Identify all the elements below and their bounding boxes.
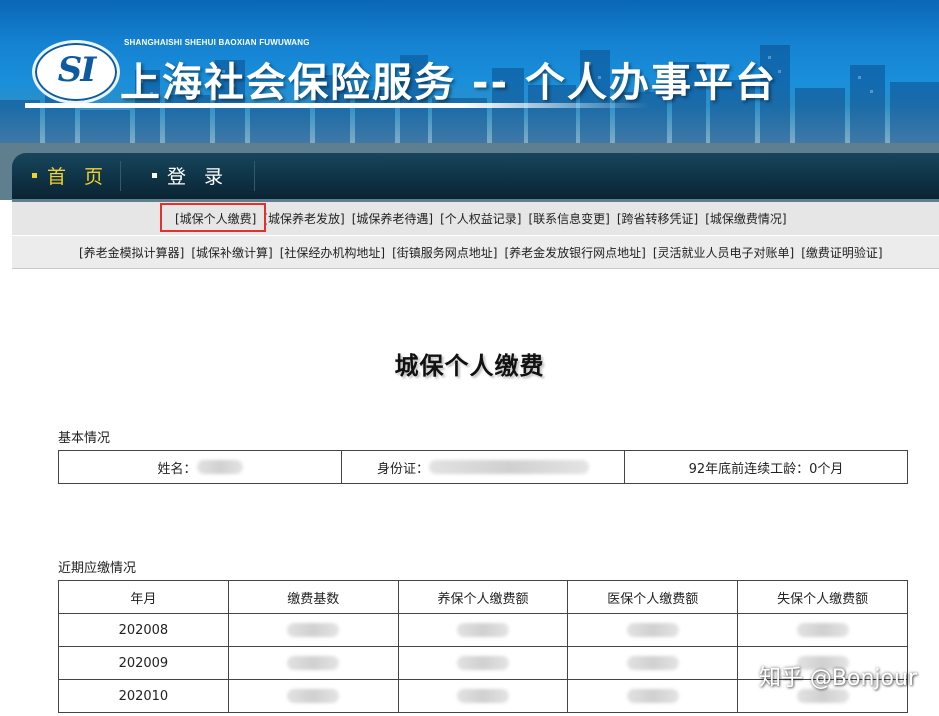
bullet-icon [152,173,157,178]
redacted-cell [737,646,908,680]
redacted-cell [567,646,739,680]
redacted-value [626,656,679,670]
redacted-value [796,623,849,637]
redacted-value [796,656,849,670]
bullet-icon [32,173,37,178]
redacted-cell [567,679,739,713]
header-month: 年月 [58,580,229,614]
logo-text: SI [57,50,96,90]
id-cell: 身份证： [342,451,625,483]
redacted-cell [227,646,399,680]
redacted-value [456,623,509,637]
link-pension-bank-address[interactable]: [养老金发放银行网点地址] [505,244,646,261]
redacted-value [796,689,849,703]
redacted-name [196,460,243,474]
nav-home-label: 首 页 [47,166,110,188]
table-row: 202008 [58,613,908,647]
payments-table: 年月 缴费基数 养保个人缴费额 医保个人缴费额 失保个人缴费额 202008 2… [58,580,908,713]
nav-divider [254,161,255,191]
name-cell: 姓名： [59,451,342,483]
link-city-personal-payment[interactable]: [城保个人缴费] [175,210,256,227]
redacted-cell [737,679,908,713]
redacted-value [626,623,679,637]
header-unemployment: 失保个人缴费额 [737,580,908,614]
basic-info-table: 姓名： 身份证： 92年底前连续工龄：0个月 [58,450,908,484]
link-street-service-address[interactable]: [街镇服务网点地址] [392,244,497,261]
id-label: 身份证： [376,461,429,477]
main-nav: 首 页 登 录 [12,153,939,199]
nav-divider [120,161,121,191]
redacted-cell [397,613,569,647]
link-pension-calculator[interactable]: [养老金模拟计算器] [79,244,184,261]
redacted-value [287,656,340,670]
nav-home[interactable]: 首 页 [32,165,109,189]
redacted-value [626,689,679,703]
name-label: 姓名： [157,461,197,477]
left-margin [0,200,12,268]
header-medical: 医保个人缴费额 [567,580,739,614]
header-base: 缴费基数 [227,580,399,614]
service-links-row-1: [城保个人缴费] [城保养老发放] [城保养老待遇] [个人权益记录] [联系信… [12,202,939,235]
banner-underline [25,103,650,108]
links-container: [城保个人缴费] [城保养老发放] [城保养老待遇] [个人权益记录] [联系信… [175,202,794,235]
nav-login-label: 登 录 [167,166,230,188]
redacted-value [287,689,340,703]
redacted-cell [397,679,569,713]
link-contact-info-change[interactable]: [联系信息变更] [529,210,610,227]
row-month: 202009 [58,646,229,680]
basic-info-label: 基本情况 [58,431,111,446]
link-payment-status[interactable]: [城保缴费情况] [705,210,786,227]
service-links-row-2: [养老金模拟计算器] [城保补缴计算] [社保经办机构地址] [街镇服务网点地址… [12,236,939,269]
payments-label: 近期应缴情况 [58,561,137,576]
link-payment-proof-verification[interactable]: [缴费证明验证] [801,244,882,261]
redacted-cell [227,613,399,647]
redacted-cell [397,646,569,680]
redacted-cell [737,613,908,647]
link-personal-rights-record[interactable]: [个人权益记录] [440,210,521,227]
years-cell: 92年底前连续工龄：0个月 [625,451,907,483]
table-row: 202010 [58,679,908,713]
years-text: 92年底前连续工龄：0个月 [688,461,844,477]
link-pension-benefits[interactable]: [城保养老待遇] [352,210,433,227]
link-pension-distribution[interactable]: [城保养老发放] [263,210,344,227]
page-title: 城保个人缴费 [394,351,545,380]
table-header-row: 年月 缴费基数 养保个人缴费额 医保个人缴费额 失保个人缴费额 [58,580,908,614]
si-logo: SI [32,40,120,104]
link-cross-province-transfer[interactable]: [跨省转移凭证] [617,210,698,227]
site-pinyin: SHANGHAISHI SHEHUI BAOXIAN FUWUWANG [124,38,310,47]
table-row: 202009 [58,646,908,680]
site-title: 上海社会保险服务 -- 个人办事平台 [120,60,778,106]
header-pension: 养保个人缴费额 [397,580,569,614]
redacted-cell [567,613,739,647]
link-agency-address[interactable]: [社保经办机构地址] [280,244,385,261]
redacted-value [287,623,340,637]
links-container: [养老金模拟计算器] [城保补缴计算] [社保经办机构地址] [街镇服务网点地址… [79,236,890,268]
link-flexible-employment-statement[interactable]: [灵活就业人员电子对账单] [653,244,794,261]
redacted-cell [227,679,399,713]
nav-login[interactable]: 登 录 [152,165,229,189]
redacted-value [456,656,509,670]
site-banner: SI SHANGHAISHI SHEHUI BAOXIAN FUWUWANG 上… [0,0,939,150]
row-month: 202008 [58,613,229,647]
link-back-payment-calculator[interactable]: [城保补缴计算] [191,244,272,261]
row-month: 202010 [58,679,229,713]
redacted-id [429,460,589,474]
redacted-value [456,689,509,703]
